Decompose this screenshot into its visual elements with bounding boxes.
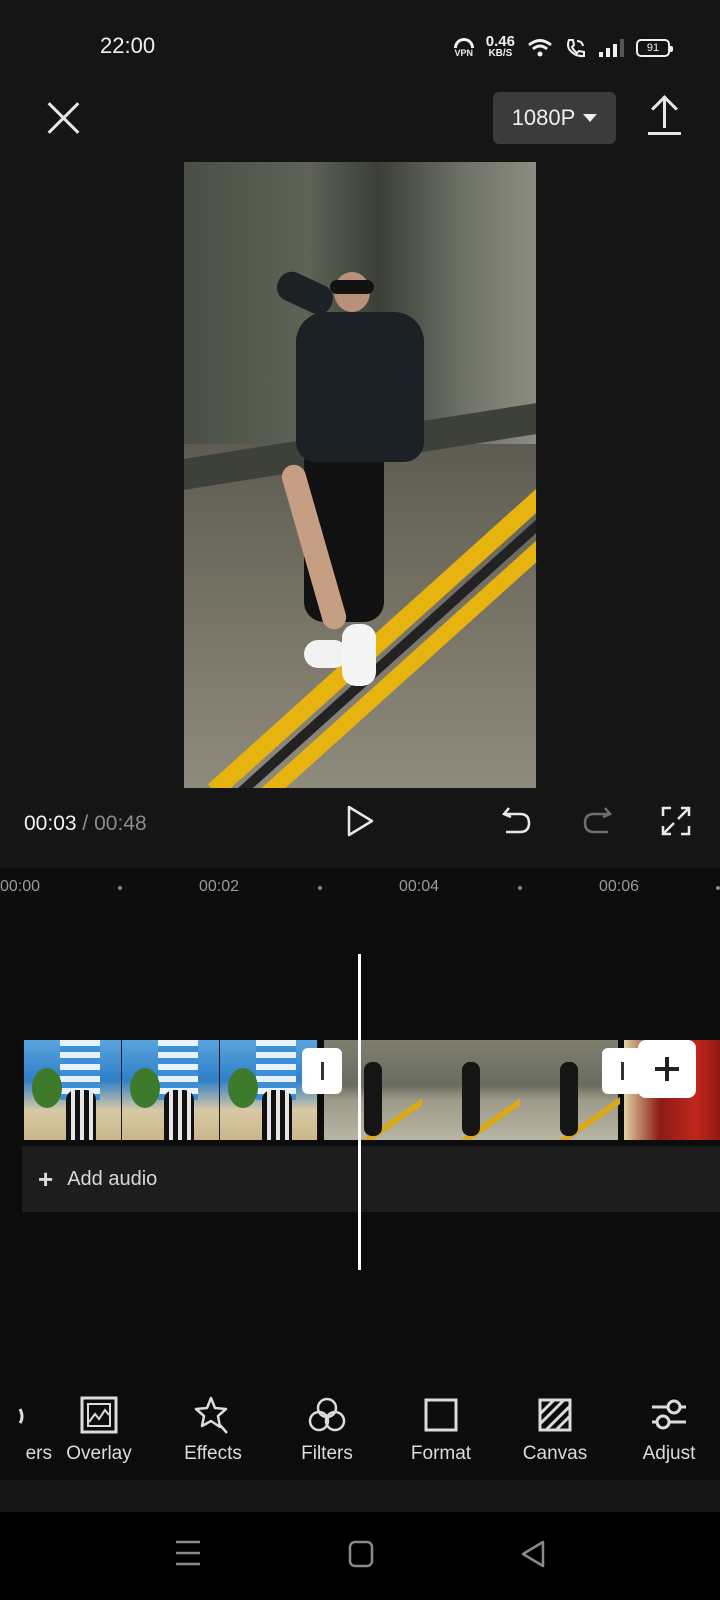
transition-button[interactable]	[602, 1048, 642, 1094]
time-readout: 00:03 / 00:48	[24, 812, 147, 836]
tool-label: Canvas	[522, 1443, 588, 1464]
bottom-toolbar: ers Overlay Effects Filters Format Canva…	[0, 1395, 720, 1480]
ruler-dot	[318, 886, 322, 890]
total-time: 00:48	[94, 812, 147, 835]
time-separator: /	[82, 812, 89, 835]
network-speed-unit: KB/S	[488, 48, 513, 59]
add-audio-label: Add audio	[67, 1167, 158, 1190]
fullscreen-button[interactable]	[660, 804, 692, 838]
tool-label: Overlay	[66, 1443, 132, 1464]
play-button[interactable]	[345, 804, 377, 838]
undo-button[interactable]	[500, 804, 534, 838]
wifi-icon	[528, 39, 552, 57]
ruler-label: 00:04	[399, 878, 440, 895]
tool-label: Format	[410, 1443, 472, 1464]
video-clip-1[interactable]	[24, 1040, 320, 1140]
menu-button[interactable]	[175, 1540, 201, 1571]
resolution-value: 1080P	[511, 105, 576, 130]
fullscreen-icon	[661, 806, 691, 836]
undo-icon	[501, 807, 531, 834]
tool-label: Filters	[301, 1443, 353, 1464]
add-clip-button[interactable]	[638, 1040, 696, 1098]
home-button[interactable]	[348, 1540, 374, 1573]
ruler-dot	[716, 886, 720, 890]
clip-thumbnail	[24, 1040, 122, 1140]
ruler-dot	[118, 886, 122, 890]
tool-effects[interactable]: Effects	[163, 1395, 263, 1465]
clip-thumbnail	[122, 1040, 220, 1140]
vpn-icon: VPN	[453, 38, 474, 58]
ruler-label: 00:02	[199, 878, 240, 895]
wifi-calling-icon	[567, 39, 585, 58]
ruler-dot	[518, 886, 522, 890]
editor-top-bar: 1080P	[0, 90, 720, 150]
network-speed-value: 0.46	[485, 33, 515, 50]
playback-controls: 00:03 / 00:48	[0, 790, 720, 856]
video-preview[interactable]	[184, 162, 536, 788]
network-speed: 0.46 KB/S	[485, 33, 515, 60]
transition-icon	[320, 1062, 324, 1080]
clip-thumbnail	[422, 1040, 526, 1140]
export-button[interactable]	[645, 94, 683, 138]
back-button[interactable]	[520, 1540, 546, 1573]
sticker-icon	[18, 1408, 24, 1424]
caret-down-icon	[583, 114, 598, 122]
tool-label: Effects	[184, 1443, 242, 1464]
plus-icon: +	[38, 1164, 54, 1194]
effects-icon	[194, 1396, 228, 1434]
playhead[interactable]	[358, 954, 361, 1270]
home-icon	[348, 1540, 374, 1568]
redo-icon	[583, 807, 613, 834]
close-button[interactable]	[42, 96, 84, 138]
current-time: 00:03	[24, 812, 77, 835]
transition-icon	[620, 1062, 624, 1080]
system-nav-bar	[0, 1512, 720, 1600]
play-icon	[347, 805, 374, 837]
overlay-icon	[80, 1396, 118, 1434]
canvas-icon	[538, 1398, 572, 1432]
back-icon	[521, 1540, 545, 1568]
battery-icon: 91	[636, 39, 673, 57]
status-icons: VPN 0.46 KB/S 91	[453, 33, 673, 63]
ruler-label: 00:00	[0, 878, 41, 895]
status-time: 22:00	[100, 33, 156, 58]
signal-icon	[599, 39, 624, 57]
resolution-dropdown[interactable]: 1080P	[493, 92, 616, 144]
tool-label: Adjust	[642, 1443, 696, 1464]
tool-canvas[interactable]: Canvas	[505, 1395, 605, 1465]
adjust-icon	[652, 1399, 686, 1430]
tool-label: ers	[25, 1443, 52, 1464]
filters-icon	[308, 1397, 346, 1432]
tool-stickers[interactable]: ers	[0, 1395, 54, 1465]
tool-overlay[interactable]: Overlay	[49, 1395, 149, 1465]
time-ruler: 00:00 00:02 00:04 00:06	[0, 868, 720, 904]
transition-button[interactable]	[302, 1048, 342, 1094]
status-bar: 22:00 VPN 0.46 KB/S 91	[0, 0, 720, 90]
tool-adjust[interactable]: Adjust	[619, 1395, 719, 1465]
battery-level: 91	[646, 42, 660, 54]
ruler-label: 00:06	[599, 878, 640, 895]
format-icon	[424, 1398, 458, 1432]
redo-button[interactable]	[580, 804, 614, 838]
vpn-label: VPN	[454, 48, 474, 58]
tool-format[interactable]: Format	[391, 1395, 491, 1465]
menu-icon	[176, 1540, 200, 1566]
add-audio-button[interactable]: + Add audio	[22, 1146, 720, 1212]
timeline[interactable]: 00:00 00:02 00:04 00:06 + Add audio	[0, 868, 720, 1480]
tool-filters[interactable]: Filters	[277, 1395, 377, 1465]
video-clip-2[interactable]	[324, 1040, 620, 1140]
